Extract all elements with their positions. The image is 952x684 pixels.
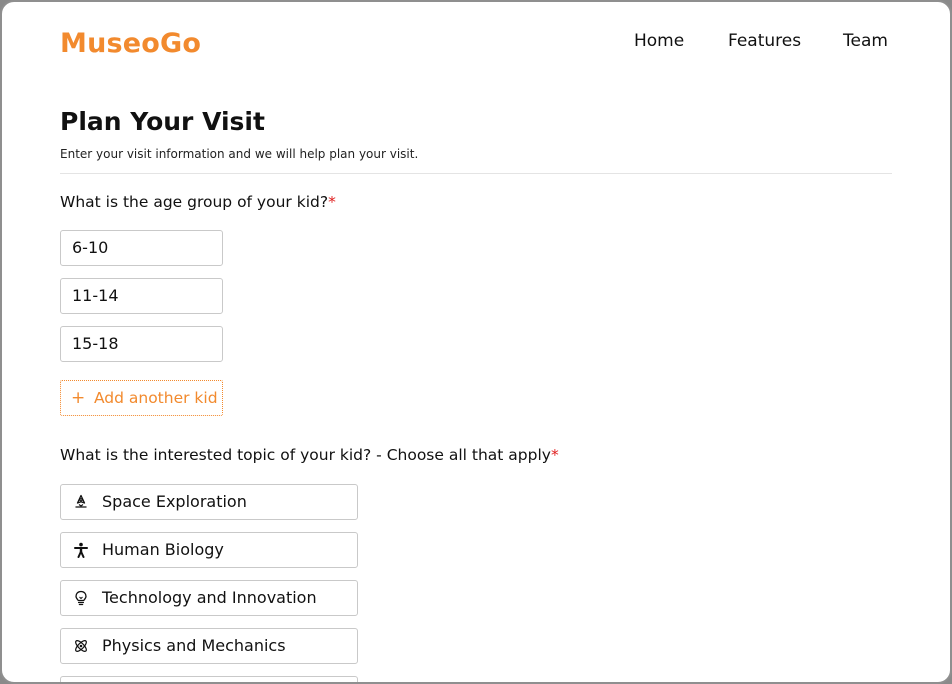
plus-icon: + — [71, 388, 86, 408]
browser-frame: MuseoGo Home Features Team Plan Your Vis… — [0, 0, 952, 684]
topic-option-physics-mechanics[interactable]: Physics and Mechanics — [60, 628, 358, 664]
topic-label: Physics and Mechanics — [102, 636, 286, 655]
topic-question-label: What is the interested topic of your kid… — [60, 446, 559, 464]
nav-home[interactable]: Home — [634, 31, 684, 51]
add-kid-button[interactable]: + Add another kid — [60, 380, 223, 416]
topic-label: Human Biology — [102, 540, 224, 559]
person-icon — [74, 542, 88, 558]
rocket-icon — [75, 494, 87, 508]
required-mark: * — [328, 193, 336, 211]
page-title: Plan Your Visit — [60, 107, 265, 136]
topic-label: Space Exploration — [102, 492, 247, 511]
add-kid-label: Add another kid — [93, 389, 218, 407]
topic-option-partial[interactable] — [60, 676, 358, 682]
age-question-text: What is the age group of your kid? — [60, 193, 329, 211]
topic-question-text: What is the interested topic of your kid… — [60, 446, 551, 464]
age-group-input-2[interactable]: 11-14 — [60, 278, 223, 314]
lightbulb-icon — [75, 590, 87, 606]
page-subtitle: Enter your visit information and we will… — [60, 147, 419, 161]
topic-option-human-biology[interactable]: Human Biology — [60, 532, 358, 568]
divider — [60, 173, 892, 174]
age-question-label: What is the age group of your kid?* — [60, 193, 336, 211]
atom-icon — [75, 640, 87, 652]
age-group-input-1[interactable]: 6-10 — [60, 230, 223, 266]
header: MuseoGo Home Features Team — [2, 2, 950, 92]
logo[interactable]: MuseoGo — [60, 28, 201, 59]
topic-option-technology-innovation[interactable]: Technology and Innovation — [60, 580, 358, 616]
topic-option-space-exploration[interactable]: Space Exploration — [60, 484, 358, 520]
age-group-input-3[interactable]: 15-18 — [60, 326, 223, 362]
required-mark: * — [550, 446, 559, 464]
topic-label: Technology and Innovation — [102, 588, 317, 607]
nav-features[interactable]: Features — [728, 31, 801, 51]
nav-team[interactable]: Team — [843, 31, 888, 51]
